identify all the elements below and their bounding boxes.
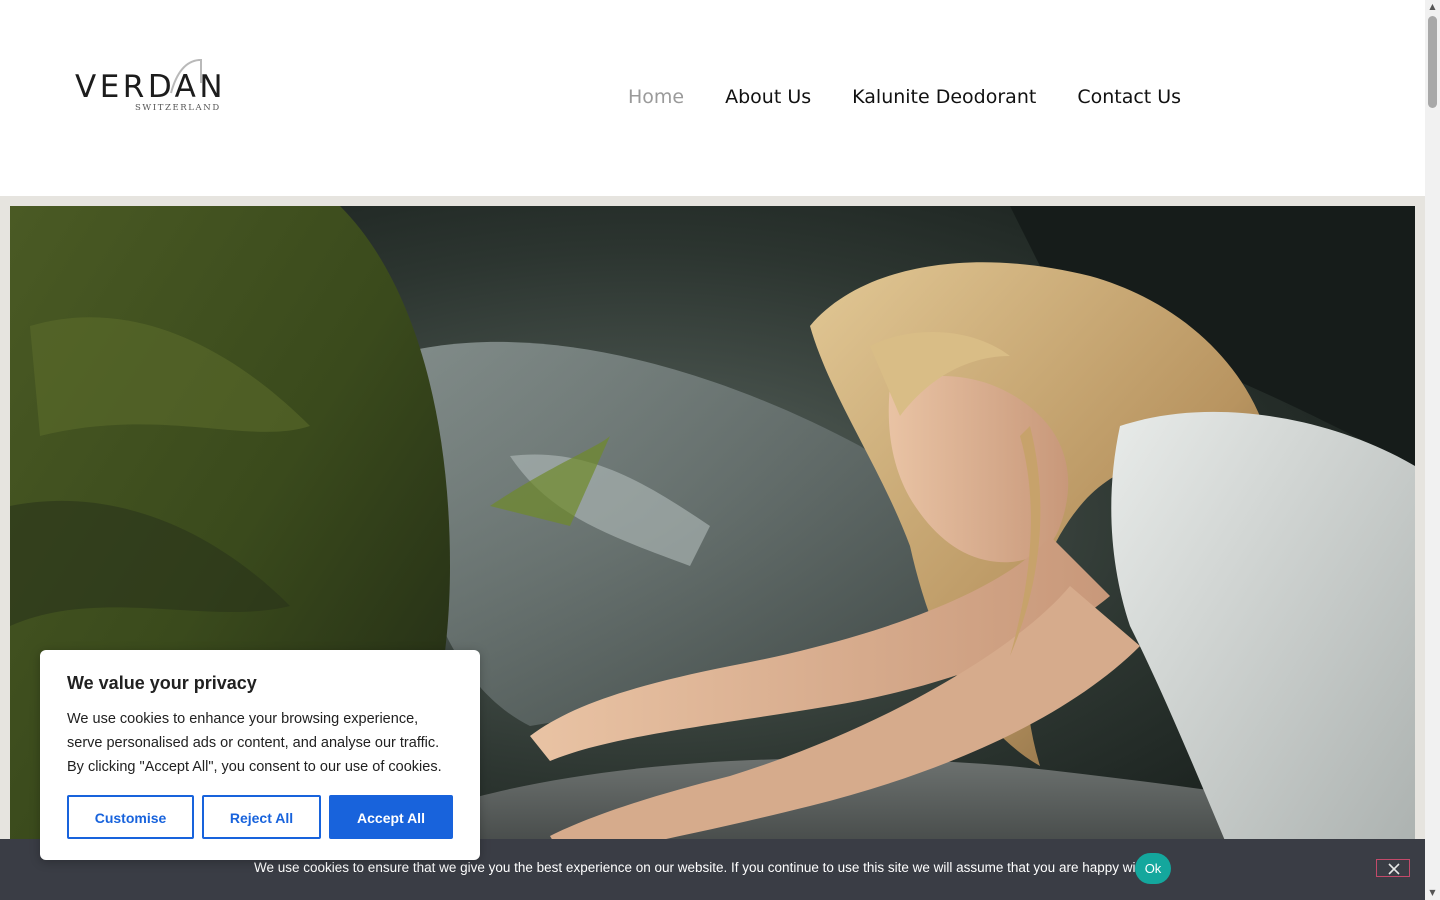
customise-button[interactable]: Customise: [67, 795, 194, 839]
scroll-down-arrow-icon[interactable]: ▼: [1425, 886, 1440, 900]
nav-about-us[interactable]: About Us: [725, 84, 811, 110]
cookie-close-button[interactable]: [1376, 859, 1410, 877]
site-logo[interactable]: VERDAN SWITZERLAND: [75, 57, 265, 117]
accept-all-button[interactable]: Accept All: [329, 795, 453, 839]
reject-all-button[interactable]: Reject All: [202, 795, 321, 839]
cookie-notice-text: We use cookies to ensure that we give yo…: [254, 860, 1161, 875]
scrollbar-thumb[interactable]: [1428, 16, 1437, 108]
privacy-consent-dialog: We value your privacy We use cookies to …: [40, 650, 480, 860]
close-icon: [1388, 863, 1400, 875]
privacy-title: We value your privacy: [67, 673, 257, 693]
logo-wordmark: VERDAN: [75, 69, 227, 105]
privacy-description: We use cookies to enhance your browsing …: [67, 711, 442, 775]
nav-contact-us[interactable]: Contact Us: [1077, 84, 1181, 110]
main-nav: Home About Us Kalunite Deodorant Contact…: [628, 84, 1181, 110]
cookie-ok-button[interactable]: Ok: [1135, 853, 1171, 884]
logo-tagline: SWITZERLAND: [135, 103, 221, 113]
site-header: VERDAN SWITZERLAND Home About Us Kalunit…: [0, 0, 1425, 196]
nav-home[interactable]: Home: [628, 84, 684, 110]
nav-kalunite-deodorant[interactable]: Kalunite Deodorant: [852, 84, 1036, 110]
scroll-up-arrow-icon[interactable]: ▲: [1425, 0, 1440, 14]
page-scrollbar[interactable]: ▲ ▼: [1425, 0, 1440, 900]
